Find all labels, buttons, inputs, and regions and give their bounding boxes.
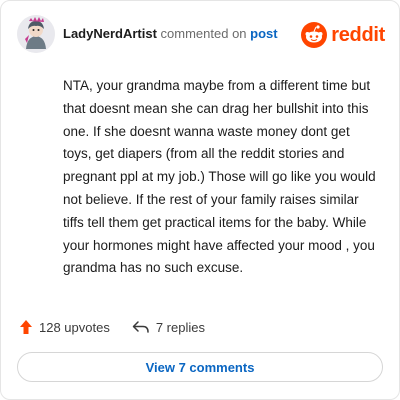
comment-body: NTA, your grandma maybe from a different… [63, 78, 376, 276]
upvotes-stat[interactable]: 128 upvotes [19, 319, 110, 335]
comment-card: LadyNerdArtist commented on post reddit … [0, 0, 400, 400]
reddit-brand[interactable]: reddit [301, 21, 385, 49]
replies-stat[interactable]: 7 replies [132, 320, 205, 335]
comment-stats: 128 upvotes 7 replies [19, 317, 205, 337]
post-link[interactable]: post [250, 26, 277, 41]
comment-header: LadyNerdArtist commented on post reddit [17, 15, 385, 55]
comment-meta: LadyNerdArtist commented on post [63, 26, 278, 41]
reply-arrow-icon [132, 321, 149, 333]
reddit-snoo-icon [301, 22, 328, 48]
upvote-arrow-icon [20, 320, 32, 334]
view-comments-button[interactable]: View 7 comments [17, 352, 383, 382]
commented-on-label: commented on [156, 26, 251, 41]
replies-count: 7 replies [155, 319, 205, 335]
user-avatar[interactable] [17, 15, 55, 53]
upvotes-count: 128 upvotes [39, 319, 110, 335]
reddit-wordmark: reddit [331, 23, 385, 46]
username-link[interactable]: LadyNerdArtist [63, 26, 157, 41]
avatar-icon [17, 15, 55, 53]
